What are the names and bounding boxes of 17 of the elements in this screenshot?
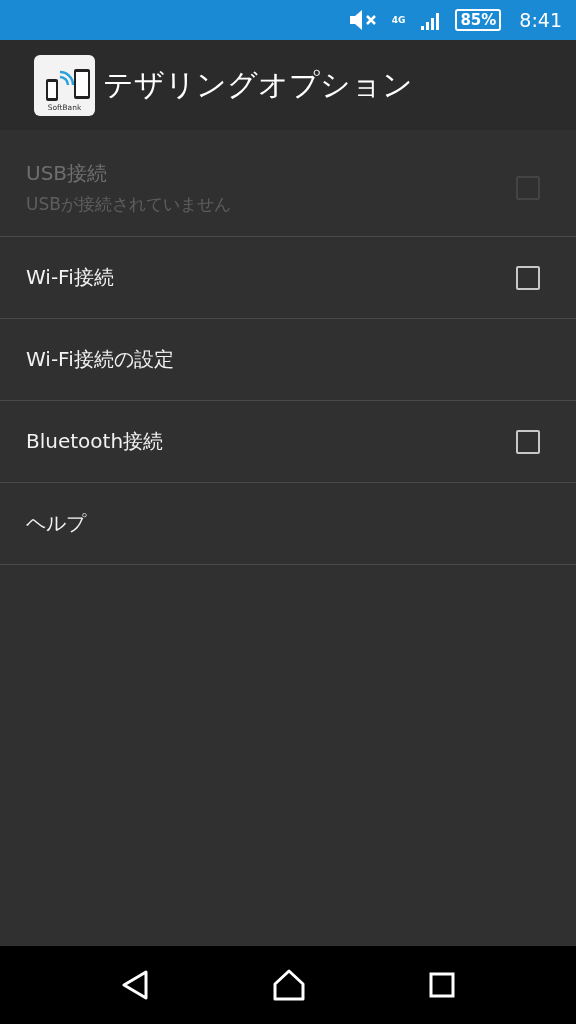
item-title: ヘルプ	[26, 510, 88, 537]
screen-title: テザリングオプション	[103, 65, 413, 104]
recents-icon[interactable]	[428, 972, 455, 998]
item-title: Bluetooth接続	[26, 428, 165, 455]
item-title: Wi-Fi接続の設定	[26, 346, 175, 373]
settings-item[interactable]: ヘルプ	[0, 483, 576, 565]
settings-item[interactable]: Bluetooth接続	[0, 401, 576, 483]
battery-level: 85%	[455, 9, 502, 31]
network-type: 4G	[391, 15, 406, 25]
home-icon[interactable]	[272, 969, 306, 1001]
clock: 8:41	[519, 9, 562, 31]
item-title: Wi-Fi接続	[26, 264, 115, 291]
back-icon[interactable]	[121, 970, 150, 1000]
mute-icon	[347, 9, 378, 31]
item-title: USB接続	[26, 160, 109, 187]
settings-item[interactable]: Wi-Fi接続の設定	[0, 319, 576, 401]
settings-item[interactable]: Wi-Fi接続	[0, 237, 576, 319]
